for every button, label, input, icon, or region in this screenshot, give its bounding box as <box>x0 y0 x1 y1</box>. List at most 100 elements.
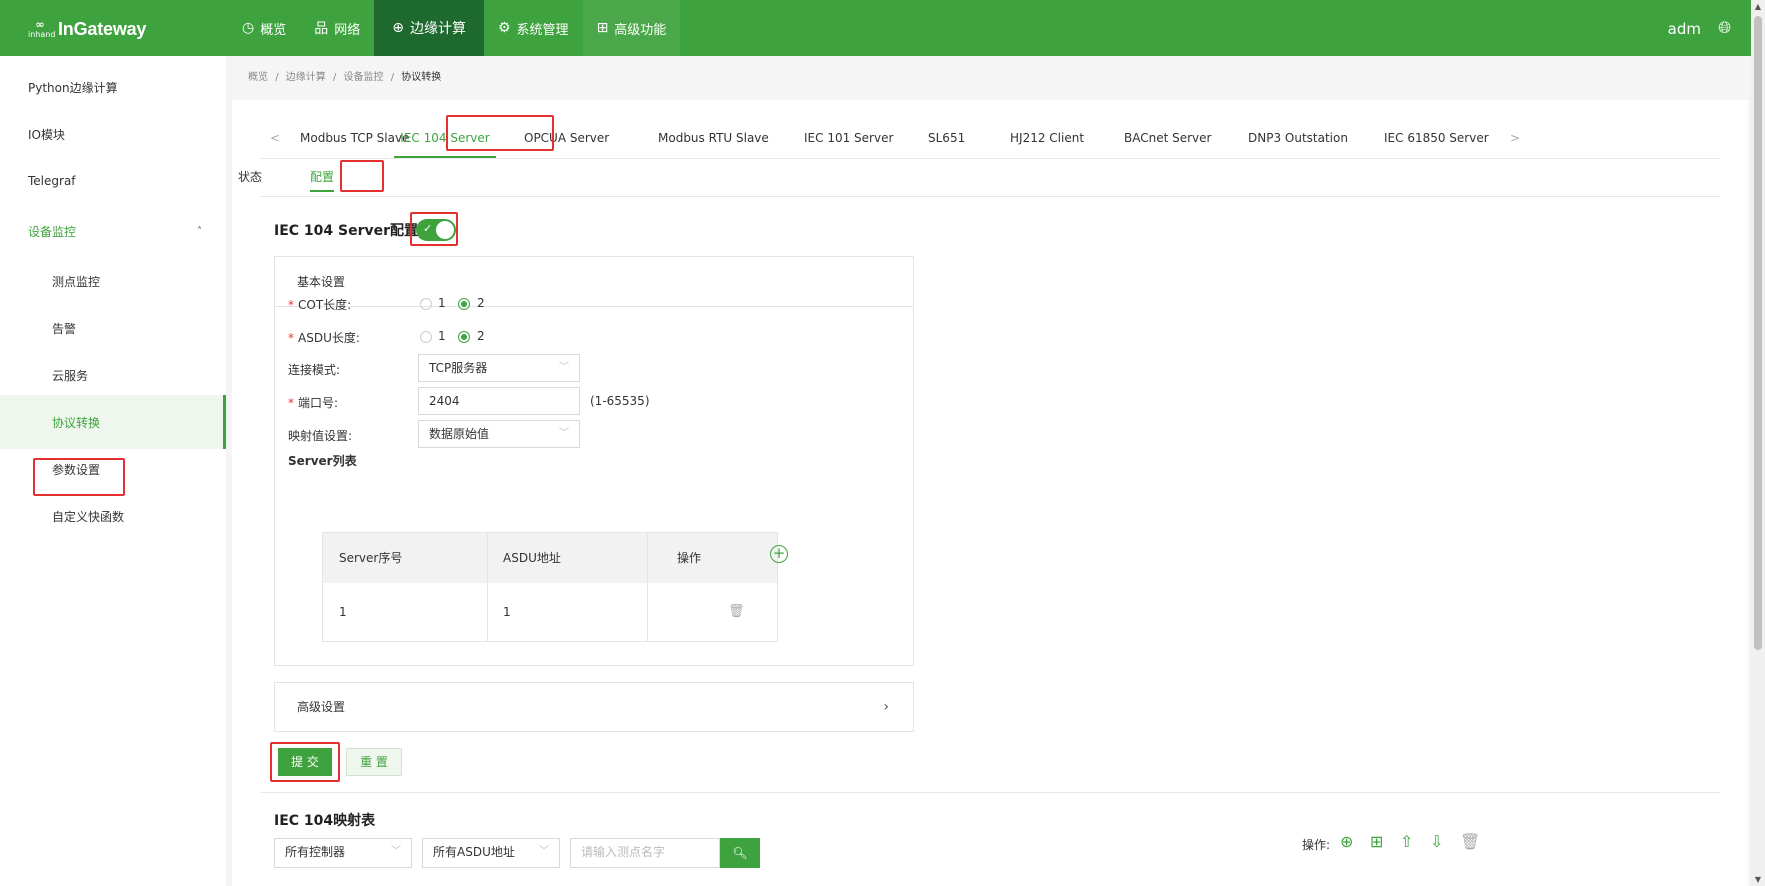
conn-mode-select[interactable]: TCP服务器 ﹀ <box>418 354 580 382</box>
delete-icon[interactable]: 🗑︎ <box>728 604 745 619</box>
nav-label: 概览 <box>260 22 287 38</box>
breadcrumb-item[interactable]: 边缘计算 <box>286 72 326 83</box>
sidebar-item-cloud[interactable]: 云服务 <box>0 348 226 402</box>
tab-iec101-server[interactable]: IEC 101 Server <box>804 118 893 158</box>
sidebar-item-point-monitor[interactable]: 测点监控 <box>0 254 226 308</box>
asdu-radio-1-label: 1 <box>438 329 446 343</box>
table-divider <box>647 533 648 641</box>
map-value-select[interactable]: 数据原始值 ﹀ <box>418 420 580 448</box>
sidebar-item-custom-func[interactable]: 自定义快函数 <box>0 489 226 543</box>
tab-modbus-rtu-slave[interactable]: Modbus RTU Slave <box>658 118 769 158</box>
point-search-input[interactable]: 请输入测点名字 <box>570 838 720 868</box>
sidebar-item-protocol-convert[interactable]: 协议转换 <box>0 395 226 449</box>
top-navbar: ∞ inhand InGateway ◷ 概览 品 网络 ⊕ 边缘计算 ⚙ 系统管… <box>0 0 1751 56</box>
globe-icon[interactable]: 🌐︎ <box>1718 18 1731 38</box>
port-label: * 端口号: <box>288 396 339 410</box>
select-value: 数据原始值 <box>429 427 490 441</box>
tab-bacnet-server[interactable]: BACnet Server <box>1124 118 1211 158</box>
nav-item-network[interactable]: 品 网络 <box>300 0 374 56</box>
sidebar-item-label: 告警 <box>52 321 77 336</box>
table-header: ASDU地址 <box>487 533 647 583</box>
tab-iec104-server[interactable]: IEC 104 Server <box>394 118 496 158</box>
sidebar-item-alarm[interactable]: 告警 <box>0 301 226 355</box>
sidebar-item-telegraf[interactable]: Telegraf <box>0 154 226 208</box>
trash-icon[interactable]: 🗑︎ <box>1460 832 1480 851</box>
add-server-icon[interactable]: + <box>770 545 788 563</box>
asdu-radio-1[interactable] <box>420 331 432 343</box>
sidebar-item-label: 自定义快函数 <box>52 509 125 524</box>
nav-item-advanced[interactable]: ⊞ 高级功能 <box>582 0 681 56</box>
subtab-config[interactable]: 配置 <box>310 166 335 192</box>
tab-hj212-client[interactable]: HJ212 Client <box>1010 118 1084 158</box>
tab-sl651[interactable]: SL651 <box>928 118 965 158</box>
advanced-settings-panel[interactable]: 高级设置 › <box>274 682 914 732</box>
vertical-scrollbar[interactable]: ▲ ▼ <box>1751 0 1765 886</box>
section-title: IEC 104 Server配置 <box>274 223 419 239</box>
asdu-radio-2-label: 2 <box>477 329 485 343</box>
tab-iec61850-server[interactable]: IEC 61850 Server <box>1384 118 1489 158</box>
scroll-thumb[interactable] <box>1754 16 1762 650</box>
sidebar-item-label: IO模块 <box>28 127 65 142</box>
enable-toggle[interactable]: ✓ <box>416 219 456 241</box>
tab-opcua-server[interactable]: OPCUA Server <box>524 118 609 158</box>
nav-item-edge-computing[interactable]: ⊕ 边缘计算 <box>374 0 484 56</box>
check-icon: ✓ <box>423 222 433 235</box>
label-text: ASDU长度: <box>298 331 360 345</box>
cot-radio-1[interactable] <box>420 298 432 310</box>
server-list-label: Server列表 <box>288 454 357 468</box>
gear-icon: ⚙ <box>497 20 511 36</box>
breadcrumb-item[interactable]: 概览 <box>248 72 268 83</box>
chevron-up-icon: ˄ <box>197 225 202 237</box>
tabs-prev-icon[interactable]: < <box>270 118 280 158</box>
advanced-settings-title: 高级设置 <box>297 700 346 714</box>
asdu-radio-2[interactable] <box>458 331 470 343</box>
subtabs-divider <box>260 196 1720 197</box>
sidebar-item-label: Telegraf <box>28 174 76 188</box>
add-icon[interactable]: ⊕ <box>1340 832 1353 851</box>
main-nav: ◷ 概览 品 网络 ⊕ 边缘计算 ⚙ 系统管理 ⊞ 高级功能 <box>228 0 681 56</box>
mapping-table-title: IEC 104映射表 <box>274 813 376 829</box>
sidebar-item-label: 协议转换 <box>52 415 101 430</box>
user-menu[interactable]: adm <box>1668 20 1701 38</box>
sidebar-item-label: 测点监控 <box>52 274 101 289</box>
sidebar-item-io[interactable]: IO模块 <box>0 107 226 161</box>
app-logo[interactable]: ∞ inhand InGateway <box>28 17 146 41</box>
tabs-divider <box>260 158 1720 159</box>
nav-item-system[interactable]: ⚙ 系统管理 <box>484 0 583 56</box>
edge-computing-icon: ⊕ <box>392 20 404 36</box>
tabs-next-icon[interactable]: > <box>1510 118 1520 158</box>
scroll-up-icon[interactable]: ▲ <box>1754 2 1762 11</box>
sidebar-item-device-monitor[interactable]: 设备监控 ˄ <box>0 204 226 258</box>
download-icon[interactable]: ⇩ <box>1430 832 1443 851</box>
table-header: 操作 <box>647 533 777 583</box>
asdu-filter-select[interactable]: 所有ASDU地址 ﹀ <box>422 838 560 868</box>
submit-button[interactable]: 提 交 <box>278 748 332 776</box>
basic-settings-title: 基本设置 <box>275 257 913 307</box>
logo-mark: ∞ inhand <box>28 17 56 39</box>
breadcrumb-sep: / <box>332 72 337 83</box>
breadcrumb-item[interactable]: 设备监控 <box>344 72 384 83</box>
tab-dnp3-outstation[interactable]: DNP3 Outstation <box>1248 118 1348 158</box>
search-button[interactable]: 🔍︎ <box>720 838 760 868</box>
controller-filter-select[interactable]: 所有控制器 ﹀ <box>274 838 412 868</box>
add-folder-icon[interactable]: ⊞ <box>1370 832 1383 851</box>
upload-icon[interactable]: ⇧ <box>1400 832 1413 851</box>
logo-name: InGateway <box>58 18 147 39</box>
cot-radio-2[interactable] <box>458 298 470 310</box>
port-input[interactable]: 2404 <box>418 387 580 415</box>
scroll-down-icon[interactable]: ▼ <box>1754 875 1762 884</box>
chevron-down-icon: ﹀ <box>539 846 549 857</box>
subtab-status[interactable]: 状态 <box>238 166 262 192</box>
sidebar-item-label: Python边缘计算 <box>28 80 118 95</box>
table-cell: 1 <box>339 605 347 619</box>
nav-label: 高级功能 <box>614 22 667 38</box>
nav-label: 边缘计算 <box>409 21 466 37</box>
cot-length-label: * COT长度: <box>288 298 352 312</box>
nav-item-overview[interactable]: ◷ 概览 <box>228 0 300 56</box>
sidebar-item-python[interactable]: Python边缘计算 <box>0 60 226 114</box>
dashboard-icon: ◷ <box>242 20 255 36</box>
reset-button[interactable]: 重 置 <box>346 748 402 776</box>
cot-radio-2-label: 2 <box>477 296 485 310</box>
table-cell: 1 <box>503 605 511 619</box>
sidebar-item-params[interactable]: 参数设置 <box>0 442 226 496</box>
